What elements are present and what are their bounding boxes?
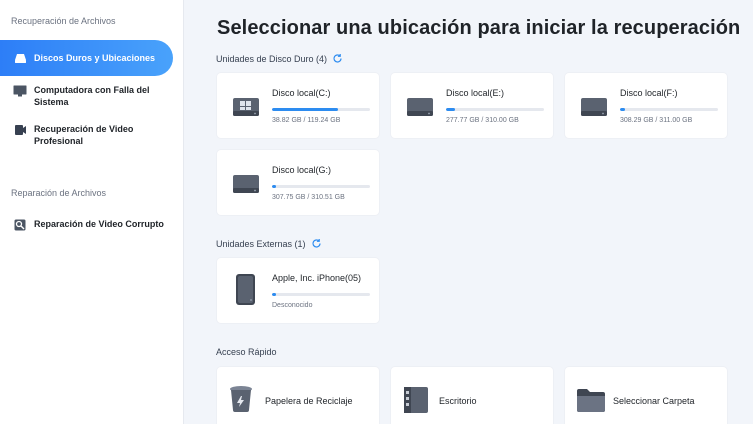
external-drives-label-text: Unidades Externas (1) (216, 238, 306, 249)
page-title: Seleccionar una ubicación para iniciar l… (217, 17, 741, 39)
device-size: Desconocido (272, 302, 313, 309)
drive-icon (232, 170, 260, 196)
sidebar: Recuperación de Archivos Discos Duros y … (0, 0, 184, 424)
sidebar-item-label: Computadora con Falla del Sistema (34, 85, 150, 107)
sidebar-item-label: Recuperación de Video Profesional (34, 124, 134, 146)
drive-name: Disco local(C:) (272, 88, 331, 98)
quick-item-recycle-bin[interactable]: Papelera de Reciclaje (217, 367, 379, 424)
device-usage-fill (272, 293, 276, 296)
drive-card-e[interactable]: Disco local(E:) 277.77 GB / 310.00 GB (391, 73, 553, 138)
folder-icon (576, 385, 605, 413)
external-drives-label: Unidades Externas (1) (216, 238, 322, 249)
drive-card-g[interactable]: Disco local(G:) 307.75 GB / 310.51 GB (217, 150, 379, 215)
drive-card-f[interactable]: Disco local(F:) 308.29 GB / 311.00 GB (565, 73, 727, 138)
drive-usage-fill (446, 108, 455, 111)
drive-size: 308.29 GB / 311.00 GB (620, 117, 693, 124)
video-camera-icon (13, 124, 27, 136)
drive-usage-bar (272, 108, 370, 111)
quick-item-label: Escritorio (439, 396, 477, 406)
video-repair-icon (13, 219, 27, 231)
external-device-card[interactable]: Apple, Inc. iPhone(05) Desconocido (217, 258, 379, 323)
sidebar-item-pro-video-recovery[interactable]: Recuperación de Video Profesional (0, 123, 164, 147)
hard-drives-label-text: Unidades de Disco Duro (4) (216, 53, 328, 64)
desktop-icon (402, 385, 428, 413)
quick-item-select-folder[interactable]: Seleccionar Carpeta (565, 367, 727, 424)
sidebar-item-crashed-computer[interactable]: Computadora con Falla del Sistema (0, 84, 164, 108)
drive-name: Disco local(G:) (272, 165, 332, 175)
windows-drive-icon (232, 93, 260, 119)
refresh-icon[interactable] (332, 53, 343, 64)
quick-item-label: Seleccionar Carpeta (613, 396, 695, 406)
drive-usage-bar (446, 108, 544, 111)
drive-name: Disco local(F:) (620, 88, 678, 98)
quick-item-label: Papelera de Reciclaje (265, 396, 353, 406)
device-usage-bar (272, 293, 370, 296)
external-drive-icon (232, 273, 260, 305)
sidebar-item-label: Reparación de Video Corrupto (34, 219, 164, 229)
device-name: Apple, Inc. iPhone(05) (272, 273, 362, 283)
main-panel: Seleccionar una ubicación para iniciar l… (185, 0, 753, 424)
quick-access-label: Acceso Rápido (216, 347, 277, 357)
sidebar-item-video-repair[interactable]: Reparación de Video Corrupto (0, 218, 164, 231)
drive-icon (580, 93, 608, 119)
sidebar-item-drives-locations[interactable]: Discos Duros y Ubicaciones (0, 40, 173, 76)
quick-access-label-text: Acceso Rápido (216, 347, 277, 357)
drive-usage-fill (620, 108, 625, 111)
drive-icon (13, 52, 27, 64)
refresh-icon[interactable] (311, 238, 322, 249)
sidebar-item-label: Discos Duros y Ubicaciones (34, 53, 156, 63)
drive-card-c[interactable]: Disco local(C:) 38.82 GB / 119.24 GB (217, 73, 379, 138)
section-label-repair: Reparación de Archivos (11, 188, 107, 198)
hard-drives-label: Unidades de Disco Duro (4) (216, 53, 343, 64)
section-label-recovery: Recuperación de Archivos (11, 16, 116, 26)
drive-usage-bar (272, 185, 370, 188)
drive-size: 277.77 GB / 310.00 GB (446, 117, 519, 124)
drive-size: 38.82 GB / 119.24 GB (272, 117, 341, 124)
drive-size: 307.75 GB / 310.51 GB (272, 194, 345, 201)
drive-usage-fill (272, 108, 338, 111)
drive-icon (406, 93, 434, 119)
quick-item-desktop[interactable]: Escritorio (391, 367, 553, 424)
drive-usage-fill (272, 185, 276, 188)
drive-name: Disco local(E:) (446, 88, 505, 98)
recycle-bin-icon (228, 385, 254, 413)
drive-usage-bar (620, 108, 718, 111)
monitor-icon (13, 85, 27, 97)
